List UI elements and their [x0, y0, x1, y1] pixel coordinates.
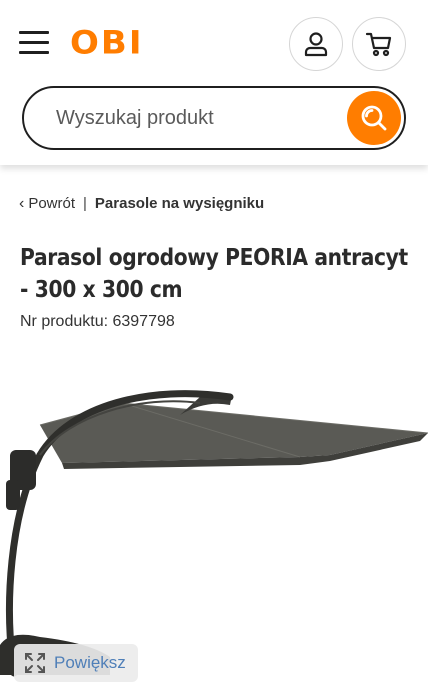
cart-button[interactable]: [352, 17, 406, 71]
search-icon: [361, 105, 387, 131]
back-link[interactable]: ‹ Powrót: [19, 195, 75, 212]
zoom-button[interactable]: Powiększ: [14, 644, 138, 682]
hamburger-menu-icon[interactable]: [19, 28, 51, 58]
breadcrumb-separator: |: [83, 195, 87, 212]
account-button[interactable]: [289, 17, 343, 71]
product-image[interactable]: [0, 375, 428, 685]
site-header: OBI: [0, 0, 428, 165]
product-number: Nr produktu: 6397798: [20, 313, 175, 330]
search-button[interactable]: [347, 91, 401, 145]
user-icon: [304, 32, 328, 57]
back-label: Powrót: [28, 195, 76, 212]
chevron-left-icon: ‹: [19, 194, 25, 212]
obi-logo[interactable]: OBI: [70, 27, 198, 59]
breadcrumb-category-link[interactable]: Parasole na wysięgniku: [95, 195, 264, 212]
search-input[interactable]: [56, 103, 336, 133]
breadcrumb: ‹ Powrót | Parasole na wysięgniku: [19, 195, 264, 212]
cart-icon: [365, 32, 392, 57]
expand-icon: [25, 653, 45, 673]
zoom-label: Powiększ: [54, 653, 126, 672]
search-bar: [22, 86, 406, 150]
product-title: Parasol ogrodowy PEORIA antracyt - 300 x…: [20, 245, 408, 303]
